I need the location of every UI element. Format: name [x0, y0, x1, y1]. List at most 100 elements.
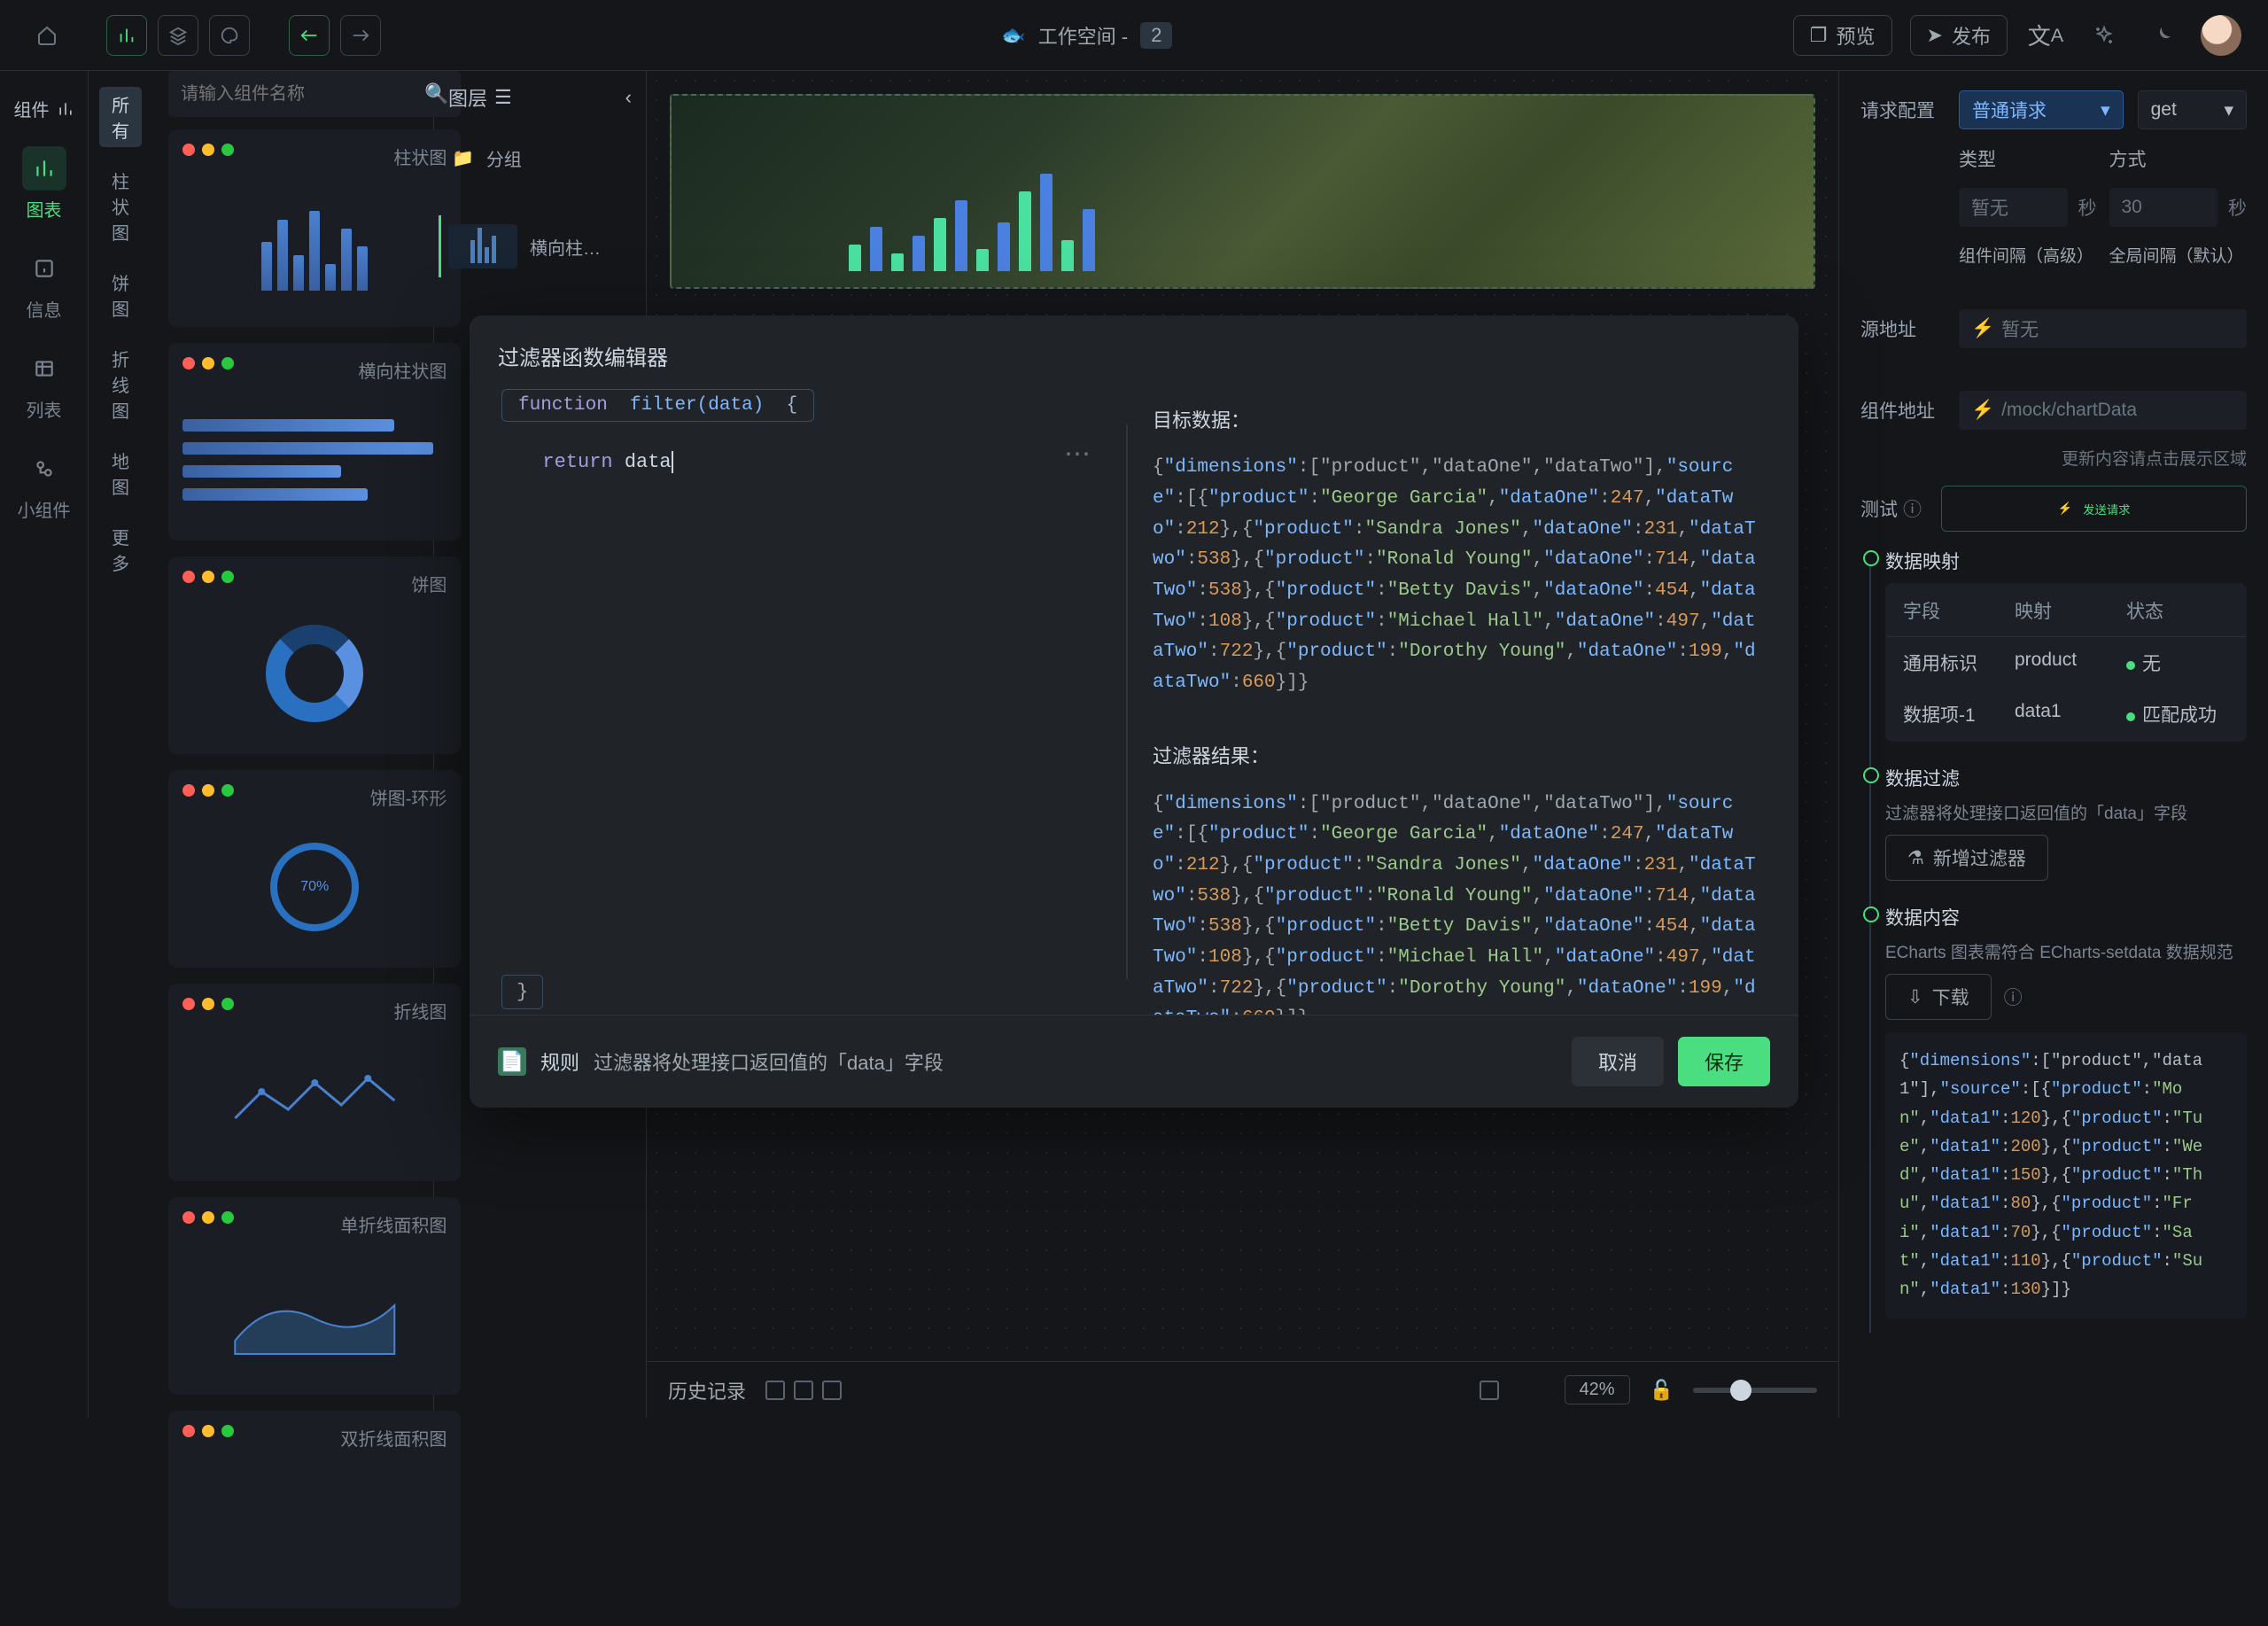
table-row: 通用标识 product 无: [1887, 637, 2245, 689]
tag-more[interactable]: 更多: [99, 519, 142, 580]
fish-icon: 🐟: [1001, 24, 1025, 47]
comp-card[interactable]: 折线图: [168, 984, 461, 1181]
help-icon[interactable]: ⓘ: [2004, 984, 2023, 1010]
document-icon: 📄: [498, 1047, 526, 1076]
publish-button[interactable]: ➤ 发布: [1910, 15, 2008, 56]
component-list[interactable]: 柱状图 横向柱状图 饼图 饼图-环形: [152, 129, 477, 1626]
timeline-content: 数据内容 ECharts 图表需符合 ECharts-setdata 数据规范 …: [1885, 904, 2247, 1319]
layers-title: 图层: [448, 83, 487, 112]
interval-input-2[interactable]: 30: [2109, 188, 2218, 227]
chevron-down-icon: ▾: [2224, 99, 2233, 121]
folder-icon: 📁: [452, 147, 474, 169]
result-panel[interactable]: 目标数据： {"dimensions":["product","dataOne"…: [1128, 389, 1784, 1015]
chart-mode-icon[interactable]: [106, 15, 147, 56]
sidenav-item-charts[interactable]: 图表: [0, 134, 88, 234]
filter-result-label: 过滤器结果：: [1153, 741, 1759, 773]
history-nav-3[interactable]: [822, 1381, 842, 1400]
search-input[interactable]: [181, 84, 416, 105]
mapping-table: 字段 映射 状态 通用标识 product 无 数据项-1 data1 匹配成功: [1885, 583, 2247, 742]
comp-addr-input[interactable]: ⚡/mock/chartData: [1959, 391, 2247, 430]
zoom-slider[interactable]: [1693, 1388, 1817, 1393]
sidenav-item-info[interactable]: 信息: [0, 234, 88, 334]
workspace-number-badge: 2: [1140, 22, 1172, 49]
mode-col-label: 方式: [2109, 145, 2248, 172]
refresh-hint: 更新内容请点击展示区域: [1860, 446, 2247, 470]
collapse-icon[interactable]: ‹: [625, 86, 632, 109]
add-filter-button[interactable]: ⚗新增过滤器: [1885, 835, 2048, 881]
send-request-button[interactable]: ⚡发送请求: [1941, 486, 2247, 532]
history-label: 历史记录: [668, 1376, 746, 1404]
filter-icon: ⚗: [1907, 847, 1924, 869]
comp-card[interactable]: 单折线面积图: [168, 1197, 461, 1395]
component-search[interactable]: 🔍: [168, 71, 461, 117]
layers-mode-icon[interactable]: [158, 15, 198, 56]
type-col-label: 类型: [1959, 145, 2097, 172]
global-interval-label: 全局间隔（默认）: [2109, 243, 2248, 267]
comp-card[interactable]: 饼图: [168, 556, 461, 754]
layer-group[interactable]: 📁 分组: [448, 136, 632, 180]
modal-footer: 📄 规则 过滤器将处理接口返回值的「data」字段 取消 保存: [470, 1015, 1798, 1108]
sidenav-item-widgets[interactable]: 小组件: [0, 434, 88, 534]
tag-pie[interactable]: 饼图: [99, 265, 142, 325]
source-addr-input[interactable]: ⚡暂无: [1959, 309, 2247, 348]
history-nav-1[interactable]: [765, 1381, 785, 1400]
comp-card[interactable]: 横向柱状图: [168, 343, 461, 541]
rule-text: 过滤器将处理接口返回值的「data」字段: [594, 1047, 944, 1076]
canvas-selected-component[interactable]: [670, 94, 1815, 289]
save-button[interactable]: 保存: [1678, 1037, 1770, 1086]
target-data-json: {"dimensions":["product","dataOne","data…: [1153, 453, 1759, 698]
json-preview[interactable]: {"dimensions":["product","data1"],"sourc…: [1885, 1032, 2247, 1319]
undo-icon[interactable]: [289, 15, 330, 56]
send-icon: ➤: [1927, 24, 1943, 47]
layout-icon[interactable]: [1480, 1381, 1499, 1400]
function-signature: function filter(data) {: [501, 389, 814, 422]
help-icon[interactable]: ⓘ: [1903, 495, 1922, 522]
flash-icon: ⚡: [1971, 400, 1994, 421]
code-body[interactable]: return data: [501, 434, 1108, 997]
layer-item[interactable]: 横向柱…: [439, 215, 632, 277]
history-nav-2[interactable]: [794, 1381, 813, 1400]
theme-mode-icon[interactable]: [209, 15, 250, 56]
target-data-label: 目标数据：: [1153, 405, 1759, 437]
workspace-title: 工作空间 -: [1038, 21, 1128, 50]
translate-icon[interactable]: 文A: [2025, 15, 2066, 56]
layers-icon: ☰: [494, 86, 512, 109]
timeline-filter: 数据过滤 过滤器将处理接口返回值的「data」字段 ⚗新增过滤器: [1885, 765, 2247, 881]
comp-addr-label: 组件地址: [1860, 397, 1945, 424]
rule-label: 规则: [540, 1047, 579, 1076]
function-close-brace: }: [501, 975, 543, 1009]
tag-bar[interactable]: 柱状图: [99, 163, 142, 249]
fold-marker[interactable]: ⋯: [1064, 439, 1091, 470]
request-method-select[interactable]: get▾: [2138, 90, 2247, 129]
lock-icon[interactable]: 🔓: [1650, 1379, 1674, 1402]
magic-icon[interactable]: [2084, 15, 2124, 56]
moon-icon[interactable]: [2142, 15, 2183, 56]
comp-card[interactable]: 柱状图: [168, 129, 461, 327]
bar-chart-icon: [57, 100, 74, 118]
interval-input-1[interactable]: 暂无: [1959, 188, 2068, 227]
sidenav: 组件 图表 信息 列表 小组件: [0, 71, 89, 1418]
sidenav-header: 组件: [0, 83, 88, 134]
home-icon[interactable]: [27, 15, 67, 56]
preview-label: 预览: [1837, 21, 1876, 50]
redo-icon[interactable]: [340, 15, 381, 56]
sidenav-item-list[interactable]: 列表: [0, 334, 88, 434]
comp-card[interactable]: 双折线面积图: [168, 1411, 461, 1608]
download-icon: ⇩: [1907, 986, 1923, 1008]
tag-map[interactable]: 地图: [99, 443, 142, 503]
comp-card[interactable]: 饼图-环形 70%: [168, 770, 461, 968]
preview-button[interactable]: ❐ 预览: [1793, 15, 1892, 56]
tag-line[interactable]: 折线图: [99, 341, 142, 427]
table-row: 数据项-1 data1 匹配成功: [1887, 689, 2245, 740]
code-editor[interactable]: function filter(data) { ⋯ return data }: [484, 389, 1126, 1015]
timeline-mapping: 数据映射 字段 映射 状态 通用标识 product 无 数据项-1 data1: [1885, 548, 2247, 742]
zoom-value[interactable]: 42%: [1565, 1375, 1630, 1404]
tag-all[interactable]: 所有: [99, 87, 142, 147]
comp-interval-label: 组件间隔（高级）: [1959, 243, 2097, 267]
download-button[interactable]: ⇩下载: [1885, 974, 1992, 1020]
avatar[interactable]: [2201, 15, 2241, 56]
request-type-select[interactable]: 普通请求▾: [1959, 90, 2124, 129]
cancel-button[interactable]: 取消: [1572, 1037, 1664, 1086]
flash-icon: ⚡: [1971, 318, 1994, 339]
monitor-icon: ❐: [1810, 24, 1828, 47]
